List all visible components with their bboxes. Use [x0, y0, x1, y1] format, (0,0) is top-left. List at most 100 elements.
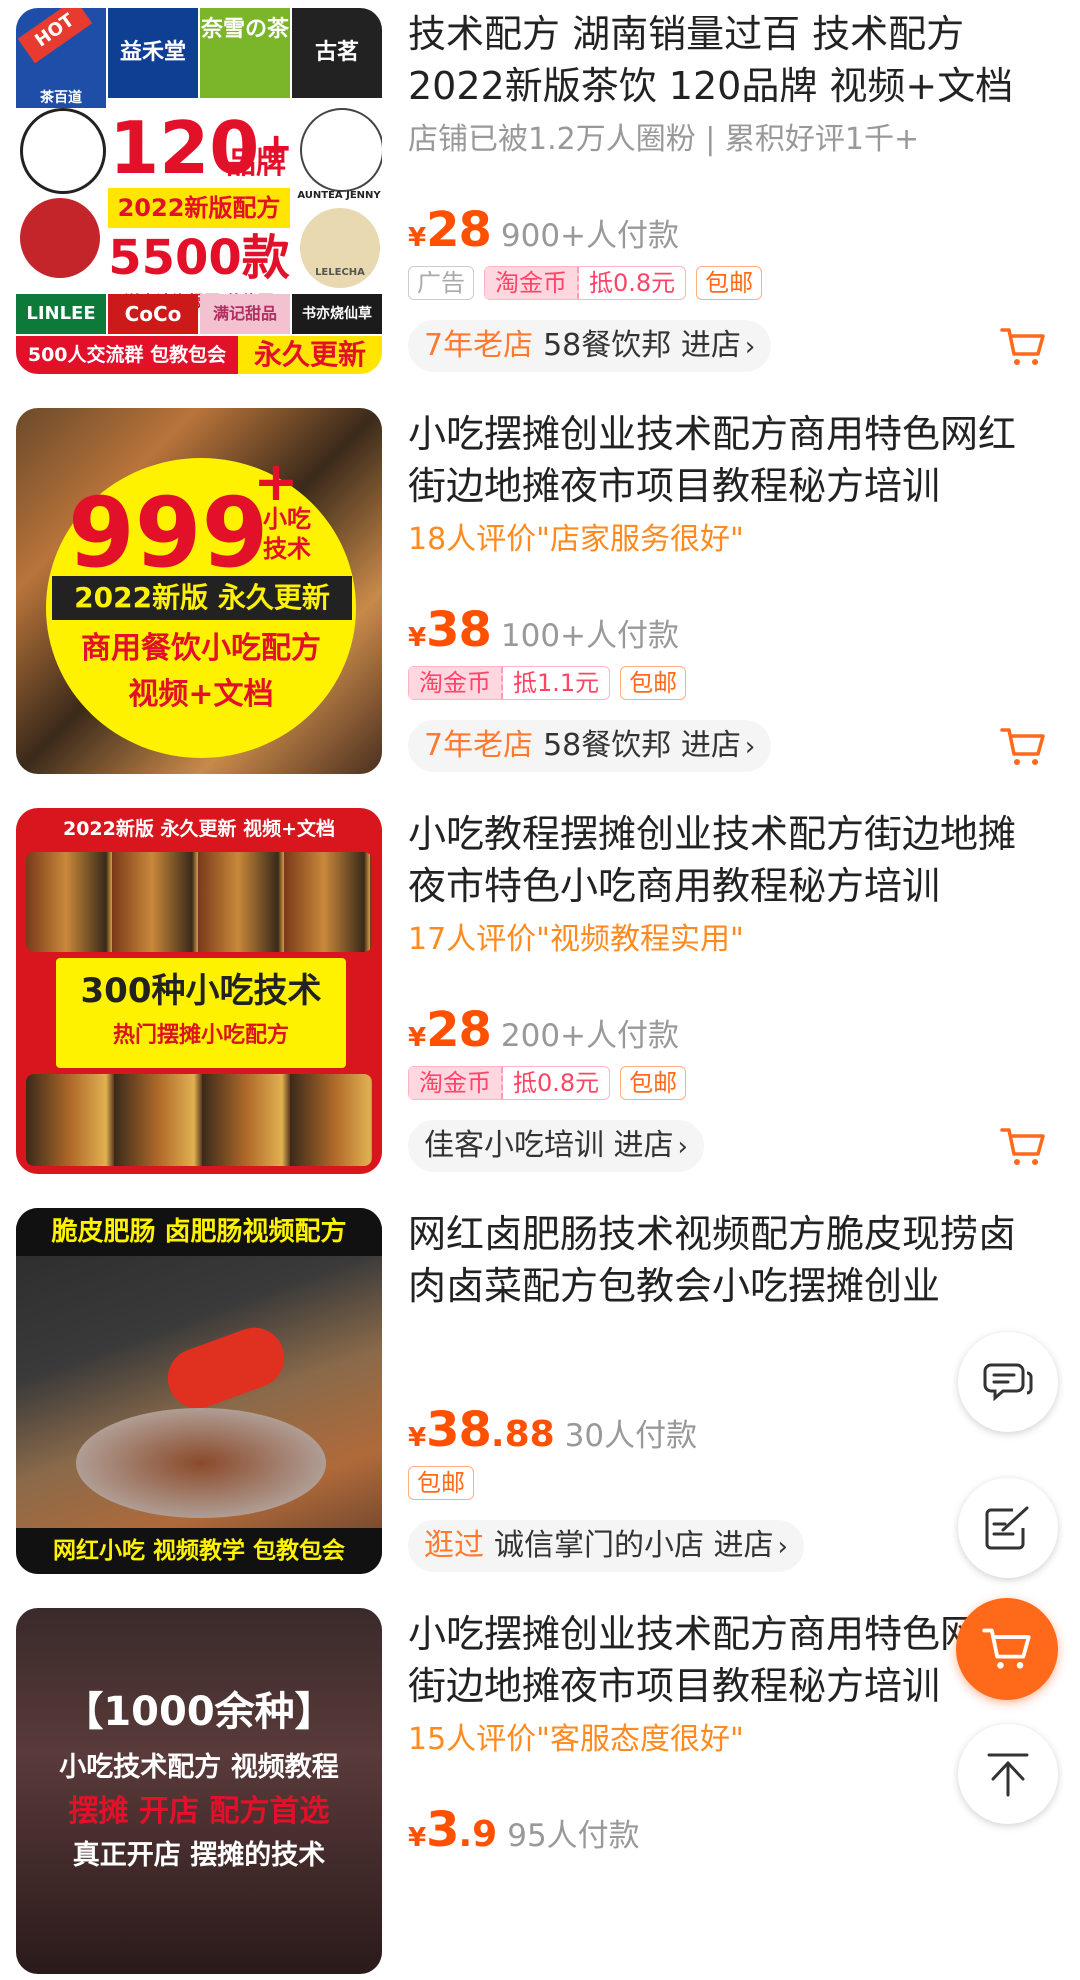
shop-link[interactable]: 7年老店 58餐饮邦 进店 › — [408, 720, 772, 772]
shop-name: 58餐饮邦 — [543, 728, 672, 763]
paid-count: 30人付款 — [564, 1418, 698, 1454]
price-row: ¥38.88 30人付款 — [408, 1402, 697, 1458]
video-doc-banner: 视频+文档 — [128, 677, 274, 712]
footer-left-text: 500人交流群 包教包会 — [16, 336, 238, 374]
line-3: 真正开店 摆摊的技术 — [72, 1840, 326, 1871]
recipe-count: 【1000余种】 — [63, 1689, 335, 1735]
shop-link[interactable]: 佳客小吃培训 进店 › — [408, 1120, 704, 1172]
enter-shop-label: 进店 — [613, 1128, 674, 1163]
shop-name: 佳客小吃培训 — [424, 1128, 604, 1163]
customer-service-button[interactable] — [958, 1332, 1058, 1432]
brand-word: 品牌 — [226, 146, 286, 181]
back-to-top-button[interactable] — [958, 1724, 1058, 1824]
enter-shop-label: 进店 — [713, 1528, 774, 1563]
paid-count: 200+人付款 — [500, 1018, 680, 1054]
top-banner: 脆皮肥肠 卤肥肠视频配方 — [16, 1208, 382, 1256]
currency-symbol: ¥ — [408, 623, 427, 653]
currency-symbol: ¥ — [408, 1823, 427, 1853]
brand-logo: CoCo — [108, 294, 198, 334]
free-shipping-tag: 包邮 — [696, 266, 763, 300]
top-banner: 2022新版 永久更新 视频+文档 — [62, 818, 336, 840]
shop-name: 58餐饮邦 — [543, 328, 672, 363]
product-card[interactable]: 999 + 小吃技术 2022新版 永久更新 商用餐饮小吃配方 视频+文档 小吃… — [0, 400, 1080, 780]
price: 28 — [426, 202, 492, 258]
brand-logo: 满记甜品 — [200, 294, 290, 334]
shop-stats: 店铺已被1.2万人圈粉 | 累积好评1千+ — [408, 122, 920, 157]
product-card[interactable]: 脆皮肥肠 卤肥肠视频配方 网红小吃 视频教学 包教包会 网红卤肥肠技术视频配方脆… — [0, 1200, 1080, 1580]
bottom-banner: 网红小吃 视频教学 包教包会 — [16, 1528, 382, 1574]
product-title[interactable]: 技术配方 湖南销量过百 技术配方 2022新版茶饮 120品牌 视频+文档 专 — [408, 8, 1048, 112]
enter-shop-label: 进店 — [680, 728, 741, 763]
plus-sign: + — [253, 450, 299, 513]
product-image[interactable]: 999 + 小吃技术 2022新版 永久更新 商用餐饮小吃配方 视频+文档 — [16, 408, 382, 774]
food-photo-grid — [26, 852, 372, 952]
food-photo-grid — [26, 1074, 372, 1166]
product-image[interactable]: 2022新版 永久更新 视频+文档 300种小吃技术 热门摆摊小吃配方 — [16, 808, 382, 1174]
snack-tech-label: 小吃技术 — [263, 505, 311, 563]
currency-symbol: ¥ — [408, 1023, 427, 1053]
product-title[interactable]: 网红卤肥肠技术视频配方脆皮现捞卤肉卤菜配方包教会小吃摆摊创业 — [408, 1208, 1048, 1312]
brand-logo — [20, 108, 106, 194]
product-image[interactable]: HOT 益禾堂 奈雪の茶 古茗 茶百道 120+ 品牌 2022新版配方 550… — [16, 8, 382, 374]
update-banner: 2022新版 永久更新 — [52, 576, 352, 620]
product-info: 小吃教程摆摊创业技术配方街边地摊夜市特色小吃商用教程秘方培训 17人评价"视频教… — [408, 800, 1064, 1180]
free-shipping-tag: 包邮 — [620, 666, 687, 700]
product-image[interactable]: 脆皮肥肠 卤肥肠视频配方 网红小吃 视频教学 包教包会 — [16, 1208, 382, 1574]
currency-symbol: ¥ — [408, 223, 427, 253]
feedback-button[interactable] — [958, 1478, 1058, 1578]
product-card[interactable]: HOT 益禾堂 奈雪の茶 古茗 茶百道 120+ 品牌 2022新版配方 550… — [0, 0, 1080, 380]
shop-name: 诚信掌门的小店 — [494, 1528, 704, 1563]
chevron-right-icon: › — [744, 332, 756, 362]
product-title[interactable]: 小吃教程摆摊创业技术配方街边地摊夜市特色小吃商用教程秘方培训 — [408, 808, 1048, 912]
price: 38 — [426, 1402, 492, 1458]
price-row: ¥28 200+人付款 — [408, 1002, 679, 1058]
add-to-cart-icon[interactable] — [1000, 1126, 1046, 1168]
add-to-cart-icon[interactable] — [1000, 326, 1046, 368]
free-shipping-tag: 包邮 — [408, 1466, 474, 1500]
brand-logo: 古茗 — [292, 8, 382, 98]
price: 38 — [426, 602, 492, 658]
chevron-right-icon: › — [677, 1132, 688, 1162]
product-card[interactable]: 2022新版 永久更新 视频+文档 300种小吃技术 热门摆摊小吃配方 小吃教程… — [0, 800, 1080, 1180]
product-title[interactable]: 小吃摆摊创业技术配方商用特色网红街边地摊夜市项目教程秘方培训 — [408, 408, 1048, 512]
coin-tag: 淘金币 抵1.1元 — [408, 666, 611, 700]
shop-link[interactable]: 逛过 诚信掌门的小店 进店 › — [408, 1520, 804, 1572]
visited-badge: 逛过 — [424, 1528, 484, 1563]
price-row: ¥28 900+人付款 — [408, 202, 679, 258]
review-highlight: 18人评价"店家服务很好" — [408, 522, 744, 557]
brand-logo: 书亦烧仙草 — [292, 294, 382, 334]
product-title[interactable]: 小吃摆摊创业技术配方商用特色网红街边地摊夜市项目教程秘方培训 — [408, 1608, 1048, 1712]
free-shipping-tag: 包邮 — [620, 1066, 687, 1100]
cart-button[interactable] — [956, 1598, 1058, 1700]
line-1: 小吃技术配方 视频教程 — [59, 1752, 339, 1783]
wok-graphic — [76, 1408, 326, 1518]
enter-shop-label: 进店 — [680, 328, 741, 363]
brand-logo: LINLEE — [16, 294, 106, 334]
shopping-cart-icon — [982, 1628, 1031, 1669]
recipe-count: 5500款 — [108, 230, 290, 286]
product-image[interactable]: 【1000余种】 小吃技术配方 视频教程 摆摊 开店 配方首选 真正开店 摆摊的… — [16, 1608, 382, 1974]
price-row: ¥3.9 95人付款 — [408, 1802, 640, 1858]
product-card[interactable]: 【1000余种】 小吃技术配方 视频教程 摆摊 开店 配方首选 真正开店 摆摊的… — [0, 1600, 1080, 1980]
add-to-cart-icon[interactable] — [1000, 726, 1046, 768]
back-to-top-icon — [987, 1753, 1029, 1797]
review-highlight: 17人评价"视频教程实用" — [408, 922, 744, 957]
brand-logo: LELECHA — [300, 208, 380, 288]
product-info: 小吃摆摊创业技术配方商用特色网红街边地摊夜市项目教程秘方培训 18人评价"店家服… — [408, 400, 1064, 780]
tag-row: 淘金币 抵0.8元 包邮 — [408, 1066, 696, 1102]
price-row: ¥38 100+人付款 — [408, 602, 679, 658]
shop-age-badge: 7年老店 — [424, 728, 534, 763]
brand-logo: 茶百道 — [16, 88, 106, 108]
edit-note-icon — [985, 1506, 1029, 1550]
brand-logo — [20, 198, 100, 278]
price: 3 — [426, 1802, 459, 1858]
price-decimal: .9 — [458, 1814, 498, 1855]
tag-row: 淘金币 抵1.1元 包邮 — [408, 666, 696, 702]
snack-count-title: 300种小吃技术 — [80, 971, 322, 1011]
brand-logo: AUNTEA JENNY — [297, 190, 381, 201]
recipe-banner: 商用餐饮小吃配方 — [81, 631, 321, 666]
paid-count: 900+人付款 — [500, 218, 680, 254]
price-decimal: .88 — [490, 1414, 555, 1455]
shop-link[interactable]: 7年老店 58餐饮邦 进店 › — [408, 320, 772, 372]
ad-tag: 广告 — [408, 266, 474, 300]
